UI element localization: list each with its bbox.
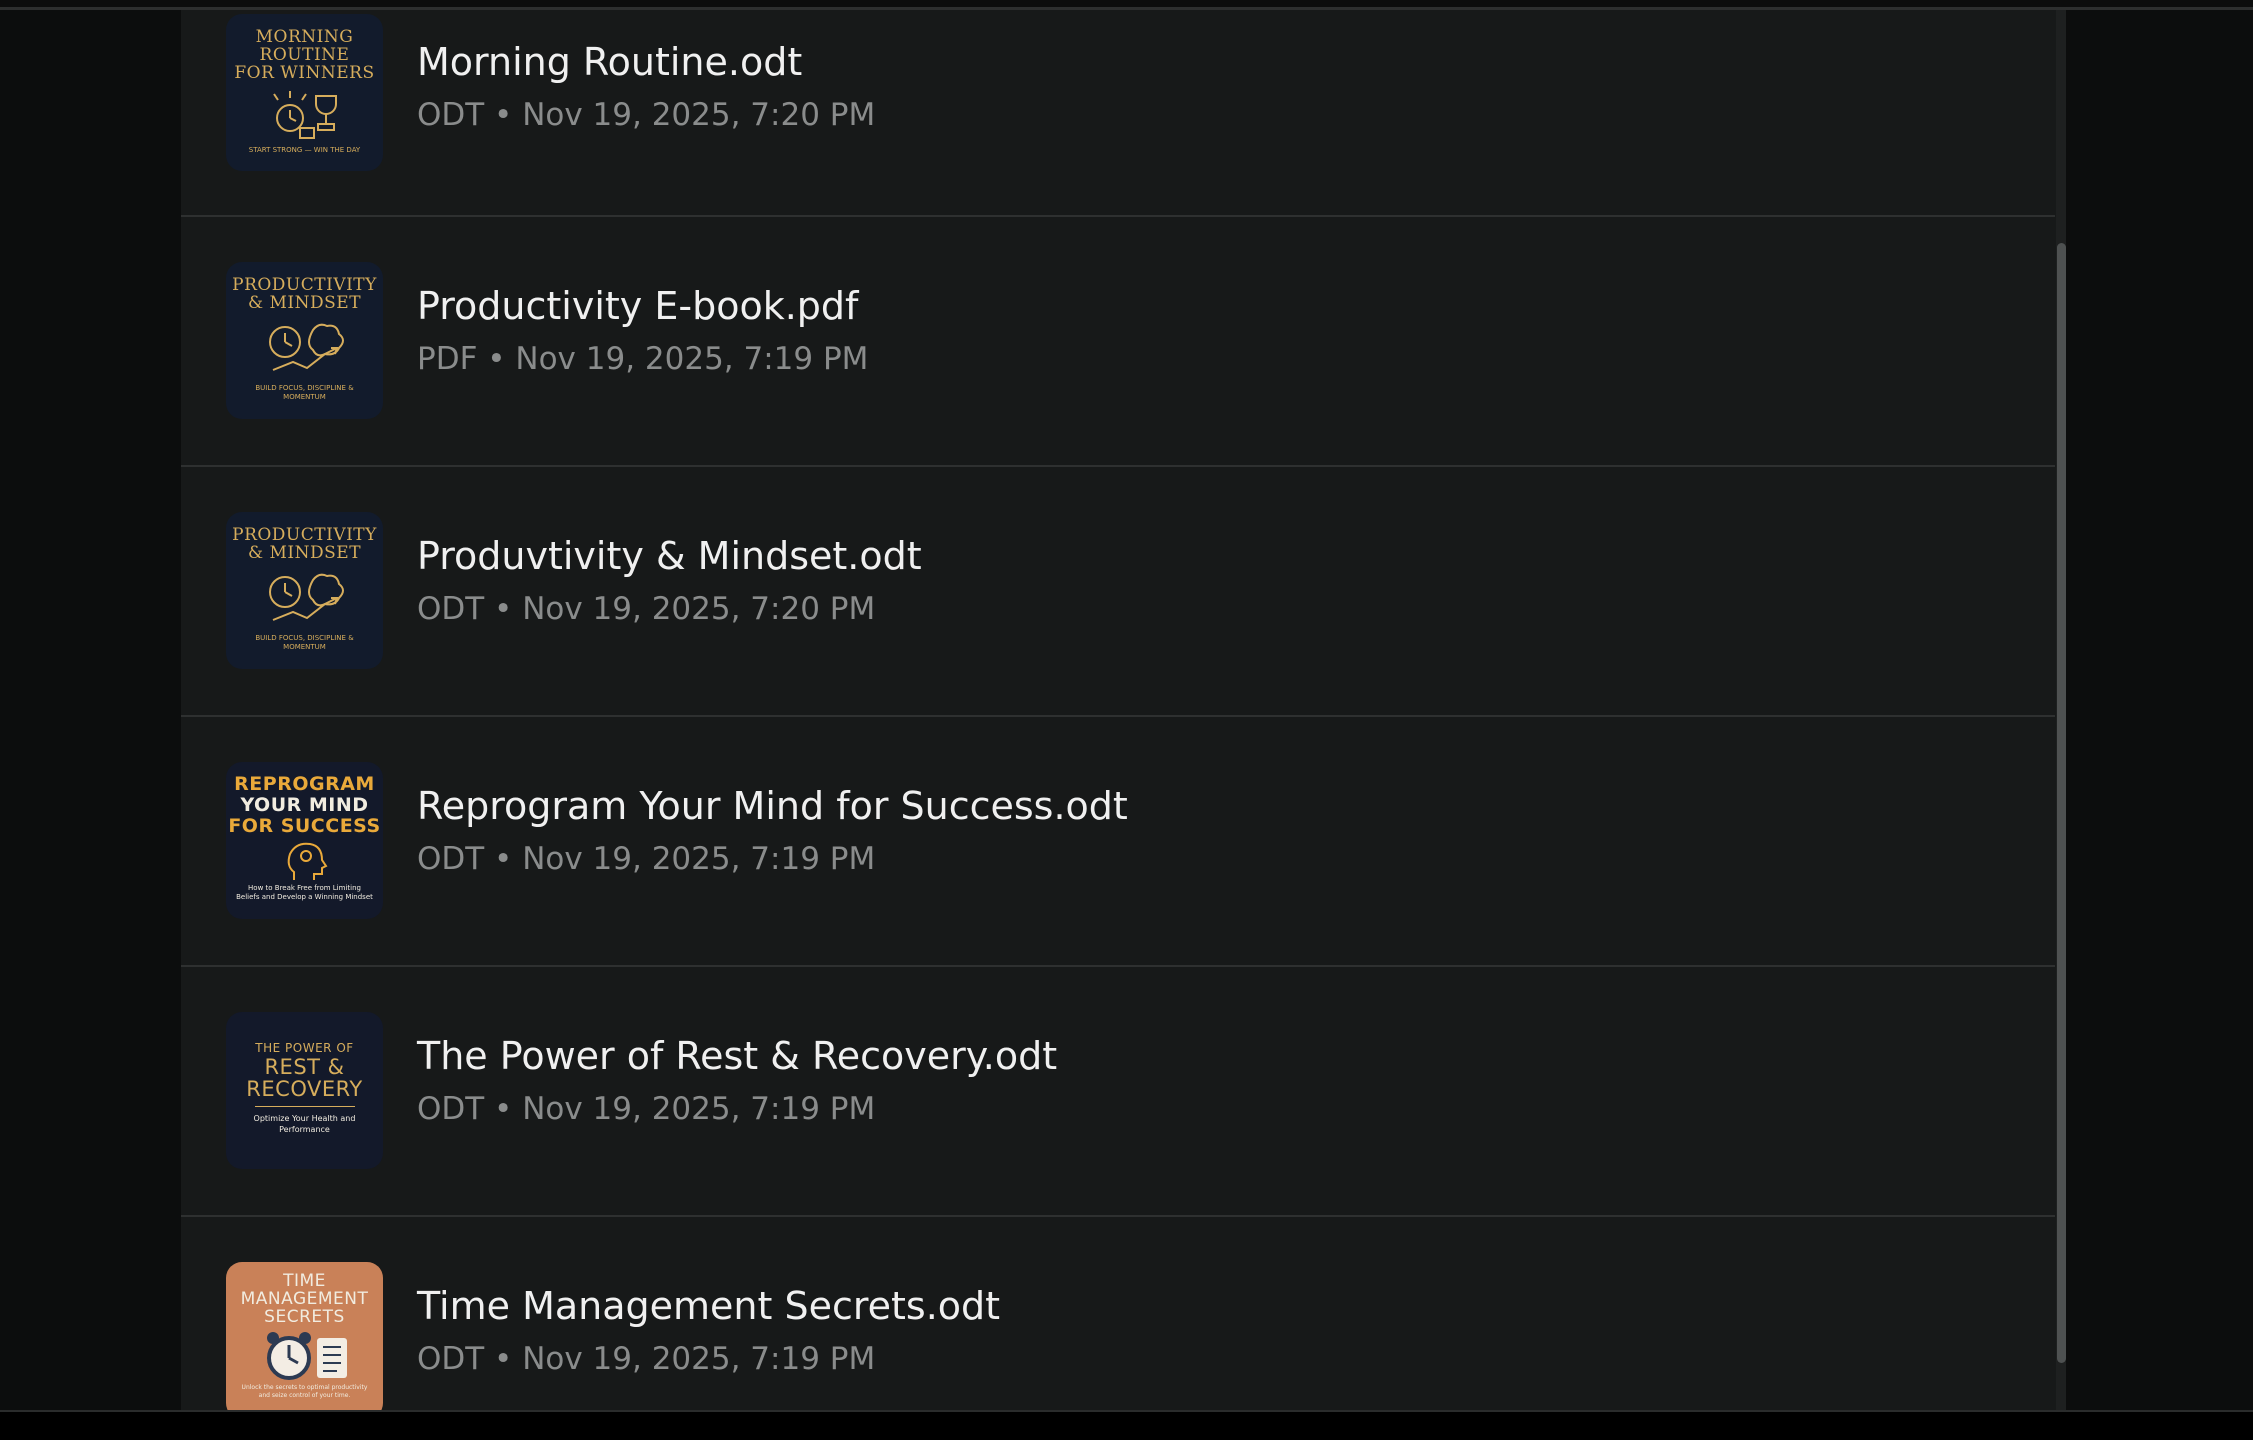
cover-title-line: SECRETS [264, 1307, 345, 1327]
cover-subtitle: START STRONG — WIN THE DAY [248, 146, 361, 154]
cover-title-line: RECOVERY [246, 1077, 363, 1101]
alarm-clock-checklist-icon [266, 1332, 347, 1380]
cover-title-line: MORNING [255, 27, 354, 47]
file-thumbnail: MORNING ROUTINE FOR WINNERS START STRONG… [226, 14, 383, 171]
file-title: Productivity E-book.pdf [417, 284, 859, 328]
cover-divider [254, 1106, 355, 1107]
cover-subtitle: Optimize Your Health and Performance [253, 1114, 356, 1134]
cover-title-line: ROUTINE [259, 45, 350, 65]
file-title: Reprogram Your Mind for Success.odt [417, 784, 1128, 828]
top-border [0, 0, 2253, 10]
head-gear-icon [287, 842, 327, 880]
file-thumbnail: THE POWER OF REST & RECOVERY Optimize Yo… [226, 1012, 383, 1169]
cover-title-line: & MINDSET [247, 293, 362, 313]
bottom-bar [0, 1410, 2253, 1440]
file-meta: ODT • Nov 19, 2025, 7:19 PM [417, 841, 876, 877]
file-thumbnail: PRODUCTIVITY & MINDSET BUILD FOCUS, DISC… [226, 262, 383, 419]
cover-title-line: REST & [264, 1055, 345, 1079]
file-title: Produvtivity & Mindset.odt [417, 534, 922, 578]
cover-title-line: REPROGRAM [234, 773, 375, 795]
cover-subtitle: Unlock the secrets to optimal productivi… [241, 1384, 368, 1399]
file-title: Time Management Secrets.odt [417, 1284, 1001, 1328]
file-row-reprogram-your-mind[interactable]: REPROGRAM YOUR MIND FOR SUCCESS How to B… [181, 717, 2055, 967]
file-row-power-of-rest[interactable]: THE POWER OF REST & RECOVERY Optimize Yo… [181, 967, 2055, 1217]
file-meta: PDF • Nov 19, 2025, 7:19 PM [417, 341, 869, 377]
cover-title-line: TIME [283, 1271, 326, 1291]
file-row-morning-routine[interactable]: MORNING ROUTINE FOR WINNERS START STRONG… [181, 10, 2055, 217]
file-thumbnail: PRODUCTIVITY & MINDSET BUILD FOCUS, DISC… [226, 512, 383, 669]
cover-subtitle: How to Break Free from Limiting Beliefs … [236, 884, 373, 901]
cover-title-line: PRODUCTIVITY [232, 525, 377, 545]
file-meta: ODT • Nov 19, 2025, 7:19 PM [417, 1091, 876, 1127]
file-thumbnail: REPROGRAM YOUR MIND FOR SUCCESS How to B… [226, 762, 383, 919]
scrollbar-thumb[interactable] [2057, 243, 2066, 1363]
file-title: The Power of Rest & Recovery.odt [417, 1034, 1058, 1078]
cover-title-line: & MINDSET [247, 543, 362, 563]
clock-brain-icon [268, 573, 344, 621]
file-thumbnail: TIME MANAGEMENT SECRETS Unlock the secre… [226, 1262, 383, 1410]
file-meta: ODT • Nov 19, 2025, 7:19 PM [417, 1341, 876, 1377]
file-meta: ODT • Nov 19, 2025, 7:20 PM [417, 591, 876, 627]
cover-subtitle: BUILD FOCUS, DISCIPLINE & MOMENTUM [255, 384, 354, 401]
file-list: MORNING ROUTINE FOR WINNERS START STRONG… [181, 10, 2055, 1410]
file-row-produvtivity-mindset[interactable]: PRODUCTIVITY & MINDSET BUILD FOCUS, DISC… [181, 467, 2055, 717]
cover-subtitle: BUILD FOCUS, DISCIPLINE & MOMENTUM [255, 634, 354, 651]
file-meta: ODT • Nov 19, 2025, 7:20 PM [417, 97, 876, 133]
alarm-clock-trophy-icon [272, 91, 337, 139]
cover-title-line: PRODUCTIVITY [232, 275, 377, 295]
cover-title-line: MANAGEMENT [240, 1289, 369, 1309]
cover-title-line: THE POWER OF [255, 1041, 354, 1055]
cover-title-line: FOR WINNERS [234, 63, 375, 83]
clock-brain-icon [268, 323, 344, 371]
cover-title-line: YOUR MIND [240, 794, 369, 816]
cover-title-line: FOR SUCCESS [228, 815, 381, 837]
file-list-panel: MORNING ROUTINE FOR WINNERS START STRONG… [181, 10, 2065, 1410]
file-row-productivity-ebook[interactable]: PRODUCTIVITY & MINDSET BUILD FOCUS, DISC… [181, 217, 2055, 467]
file-title: Morning Routine.odt [417, 40, 803, 84]
file-row-time-management[interactable]: TIME MANAGEMENT SECRETS Unlock the secre… [181, 1217, 2055, 1410]
